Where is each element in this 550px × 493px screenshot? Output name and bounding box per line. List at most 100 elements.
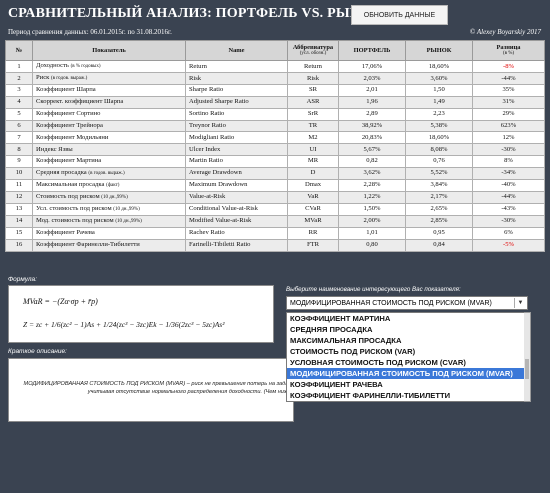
indicator-label: Усл. стоимость под риском	[36, 204, 112, 212]
cell-diff: 29%	[472, 107, 545, 121]
dropdown-option[interactable]: МАКСИМАЛЬНАЯ ПРОСАДКА	[287, 335, 525, 346]
cell-name: Risk	[185, 72, 288, 85]
cell-market: 2,85%	[405, 214, 473, 228]
indicator-select[interactable]: МОДИФИЦИРОВАННАЯ СТОИМОСТЬ ПОД РИСКОМ (M…	[286, 296, 528, 310]
cell-num: 2	[5, 72, 33, 85]
table-row: 2 Риск (в годов. выраж.) Risk Risk 2,03% 3,60…	[5, 72, 545, 85]
header-portfolio: ПОРТФЕЛЬ	[338, 40, 406, 61]
cell-name: Sortino Ratio	[185, 107, 288, 121]
cell-name: Value-at-Risk	[185, 190, 288, 204]
author-credit: © Alexey Boyarskiy 2017	[469, 28, 541, 36]
indicator-label: Скоррект. коэффициент Шарпа	[36, 98, 124, 106]
cell-market: 2,23	[405, 107, 473, 121]
cell-indicator: Коэффициент Сортино	[32, 107, 186, 121]
indicator-select-value: МОДИФИЦИРОВАННАЯ СТОИМОСТЬ ПОД РИСКОМ (M…	[290, 299, 492, 307]
description-box: МОДИФИЦИРОВАННАЯ СТОИМОСТЬ ПОД РИСКОМ (M…	[8, 358, 294, 422]
cell-indicator: Мод. стоимость под риском (10 дн.,99%)	[32, 214, 186, 228]
cell-indicator: Риск (в годов. выраж.)	[32, 72, 186, 85]
cell-num: 1	[5, 60, 33, 73]
indicator-unit: (в % годовых)	[70, 64, 101, 69]
cell-name: Conditional Value-at-Risk	[185, 202, 288, 216]
cell-num: 16	[5, 238, 33, 252]
cell-diff: -34%	[472, 166, 545, 180]
indicator-select-label: Выберите наименование интересующего Вас …	[286, 286, 461, 293]
indicator-unit: (10 дн.,99%)	[101, 194, 128, 200]
indicator-label: Средняя просадка	[36, 168, 87, 176]
header-diff-sub: (в %)	[502, 51, 515, 57]
cell-indicator: Стоимость под риском (10 дн.,99%)	[32, 190, 186, 204]
formula-box: MVaR = −(Zα·σp + r̄p) Z = zc + 1/6(zc² −…	[8, 285, 274, 343]
cell-diff: 31%	[472, 95, 545, 109]
cell-portfolio: 2,89	[338, 107, 406, 121]
cell-num: 7	[5, 131, 33, 145]
dropdown-option[interactable]: УСЛОВНАЯ СТОИМОСТЬ ПОД РИСКОМ (CVAR)	[287, 357, 525, 368]
cell-market: 5,38%	[405, 119, 473, 133]
indicator-label: Максимальная просадка	[36, 180, 105, 188]
cell-indicator: Коэффициент Рачева	[32, 226, 186, 240]
cell-abbr: TR	[287, 119, 339, 133]
chevron-down-icon[interactable]: ▼	[514, 298, 526, 308]
cell-num: 4	[5, 95, 33, 109]
indicator-label: Мод. стоимость под риском	[36, 216, 114, 224]
table-row: 8 Индекс Язвы Ulcer Index UI 5,67% 8,08% -30%	[5, 143, 545, 157]
cell-portfolio: 1,96	[338, 95, 406, 109]
cell-name: Sharpe Ratio	[185, 84, 288, 97]
header-abbr-label: Аббревиатура	[292, 43, 334, 51]
dropdown-option[interactable]: МОДИФИЦИРОВАННАЯ СТОИМОСТЬ ПОД РИСКОМ (M…	[287, 368, 525, 379]
cell-name: Farinelli-Tibiletti Ratio	[185, 238, 288, 252]
cell-num: 13	[5, 202, 33, 216]
cell-name: Maximum Drawdown	[185, 178, 288, 192]
cell-indicator: Индекс Язвы	[32, 143, 186, 157]
indicator-unit: (10 дн.,99%)	[113, 206, 140, 212]
dropdown-option[interactable]: КОЭФФИЦИЕНТ МАРТИНА	[287, 313, 525, 324]
cell-portfolio: 38,92%	[338, 119, 406, 133]
cell-market: 5,52%	[405, 166, 473, 180]
cell-portfolio: 5,67%	[338, 143, 406, 157]
cell-portfolio: 3,62%	[338, 166, 406, 180]
cell-market: 1,49	[405, 95, 473, 109]
indicator-dropdown-list: КОЭФФИЦИЕНТ МАРТИНА СРЕДНЯЯ ПРОСАДКА МАКСИ…	[286, 312, 526, 402]
dropdown-option[interactable]: КОЭФФИЦИЕНТ ФАРИНЕЛЛИ-ТИБИЛЕТТИ	[287, 390, 525, 401]
header-abbr-sub: (усл. обозн.)	[299, 51, 327, 57]
indicator-label: Коэффициент Рачева	[36, 229, 95, 237]
cell-abbr: SrR	[287, 107, 339, 121]
indicator-label: Риск	[36, 74, 50, 81]
cell-abbr: MVaR	[287, 214, 339, 228]
cell-diff: -40%	[472, 178, 545, 192]
description-label: Краткое описание:	[8, 348, 67, 355]
cell-num: 6	[5, 119, 33, 133]
table-row: 12 Стоимость под риском (10 дн.,99%) Value…	[5, 190, 545, 204]
cell-market: 8,08%	[405, 143, 473, 157]
cell-name: Rachev Ratio	[185, 226, 288, 240]
header-diff: Разница (в %)	[472, 40, 545, 61]
header-diff-label: Разница	[496, 43, 521, 51]
comparison-table: № Показатель Name Аббревиатура (усл. обо…	[5, 40, 545, 252]
header-indicator: Показатель	[32, 40, 186, 61]
cell-abbr: UI	[287, 143, 339, 157]
dropdown-option[interactable]: СРЕДНЯЯ ПРОСАДКА	[287, 324, 525, 335]
update-data-button[interactable]: ОБНОВИТЬ ДАННЫЕ	[351, 5, 448, 25]
indicator-unit: (факт)	[106, 182, 120, 188]
cell-market: 1,50	[405, 84, 473, 97]
table-row: 13 Усл. стоимость под риском (10 дн.,99%)…	[5, 202, 545, 216]
cell-num: 10	[5, 166, 33, 180]
cell-name: Average Drawdown	[185, 166, 288, 180]
cell-diff: -44%	[472, 190, 545, 204]
cell-num: 9	[5, 155, 33, 168]
table-row: 6 Коэффициент Трейнора Treynor Ratio TR 38,9…	[5, 119, 545, 133]
cell-portfolio: 2,03%	[338, 72, 406, 85]
cell-indicator: Доходность (в % годовых)	[32, 60, 186, 73]
cell-num: 14	[5, 214, 33, 228]
cell-indicator: Усл. стоимость под риском (10 дн.,99%)	[32, 202, 186, 216]
scrollbar-thumb[interactable]	[525, 359, 529, 379]
header-name: Name	[185, 40, 288, 61]
cell-portfolio: 17,06%	[338, 60, 406, 73]
cell-indicator: Коэффициент Модильяни	[32, 131, 186, 145]
header-num: №	[5, 40, 33, 61]
cell-abbr: ASR	[287, 95, 339, 109]
cell-diff: -43%	[472, 202, 545, 216]
dropdown-option[interactable]: СТОИМОСТЬ ПОД РИСКОМ (VAR)	[287, 346, 525, 357]
dropdown-option[interactable]: КОЭФФИЦИЕНТ РАЧЕВА	[287, 379, 525, 390]
page-title: СРАВНИТЕЛЬНЫЙ АНАЛИЗ: ПОРТФЕЛЬ VS. РЫНОК	[8, 6, 383, 21]
dropdown-scrollbar[interactable]	[524, 312, 531, 402]
